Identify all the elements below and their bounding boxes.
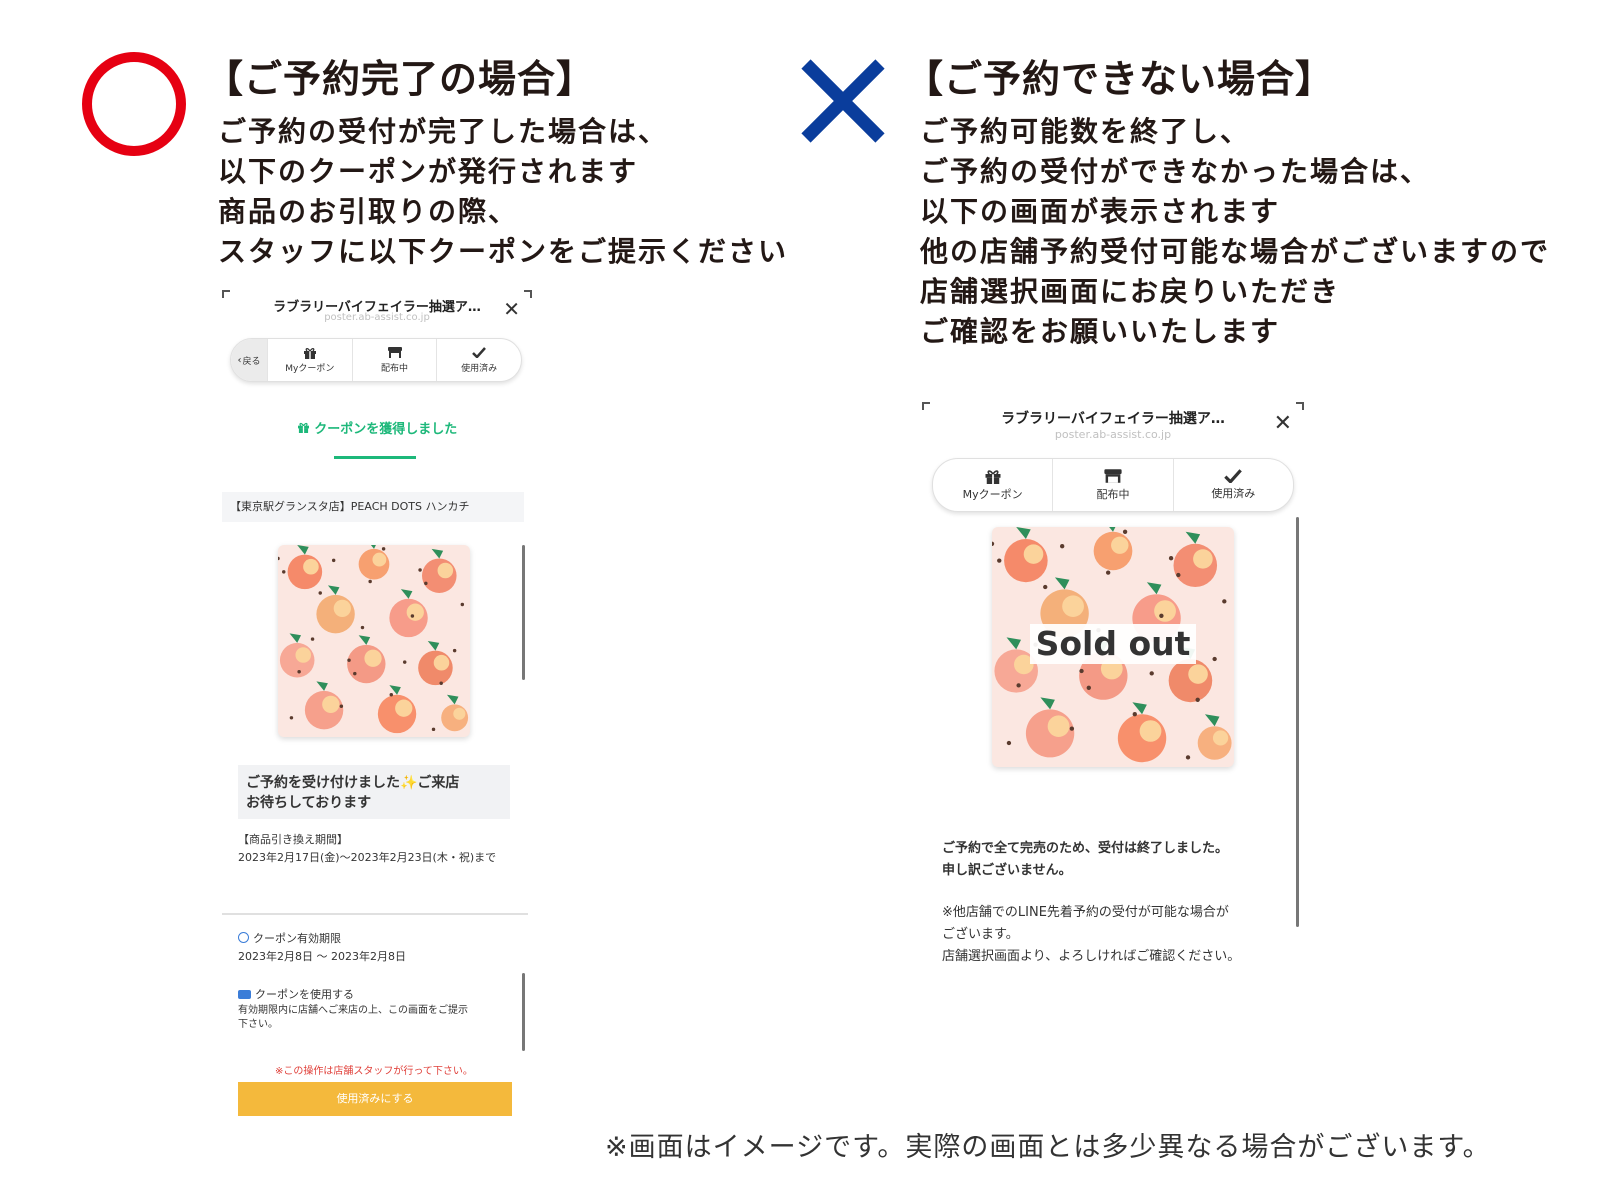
tab-used[interactable]: 使用済み (436, 339, 521, 381)
coupon-screen: ラブラリーバイフェイラー抽選ア… poster.ab-assist.co.jp … (222, 290, 532, 1125)
tab-bar: ‹ 戻る Myクーポン 配布中 使用済み (230, 338, 522, 382)
shop-icon (1103, 468, 1123, 484)
success-description: ご予約の受付が完了した場合は、 以下のクーポンが発行されます 商品のお引取りの際… (218, 115, 789, 268)
sold-out-message: ご予約で全て完売のため、受付は終了しました。 申し訳ございません。 (942, 841, 1229, 878)
gift-icon (984, 469, 1002, 484)
ticket-icon (238, 990, 251, 999)
exchange-label: 【商品引き換え期間】 (238, 833, 348, 846)
sold-out-screen: ラブラリーバイフェイラー抽選ア… poster.ab-assist.co.jp … (922, 402, 1304, 982)
tab-used[interactable]: 使用済み (1172, 459, 1293, 511)
close-icon[interactable]: ✕ (1274, 413, 1292, 435)
page-url: poster.ab-assist.co.jp (324, 312, 430, 323)
failure-title: 【ご予約できない場合】 (905, 57, 1335, 101)
acquired-underline (334, 456, 416, 459)
page-url: poster.ab-assist.co.jp (1054, 428, 1172, 441)
close-icon[interactable]: ✕ (503, 299, 520, 319)
check-icon (471, 347, 487, 359)
gift-icon (297, 422, 315, 437)
chevron-left-icon: ‹ (237, 354, 242, 366)
product-name: 【東京駅グランスタ店】PEACH DOTS ハンカチ (222, 492, 524, 522)
tab-my-coupon[interactable]: Myクーポン (933, 459, 1052, 511)
shop-icon (387, 347, 403, 359)
scrollbar[interactable] (522, 973, 525, 1051)
failure-description: ご予約可能数を終了し、 ご予約の受付ができなかった場合は、 以下の画面が表示され… (920, 115, 1551, 348)
acquired-banner: クーポンを獲得しました (292, 418, 462, 437)
success-title: 【ご予約完了の場合】 (205, 57, 596, 101)
use-note: 有効期限内に店舗へご来店の上、この画面をご提示 下さい。 (238, 1005, 468, 1030)
back-button[interactable]: ‹ 戻る (231, 339, 267, 381)
other-store-note: ※他店舗でのLINE先着予約の受付が可能な場合が ございます。 店舗選択画面より… (942, 905, 1241, 964)
clock-icon (238, 932, 249, 943)
peach-pattern-artwork (278, 545, 469, 734)
tab-distributing[interactable]: 配布中 (351, 339, 437, 381)
tab-bar: Myクーポン 配布中 使用済み (932, 458, 1294, 512)
staff-warning: ※この操作は店舗スタッフが行って下さい。 (275, 1066, 473, 1077)
cross-mark-icon (800, 58, 886, 144)
mark-used-button[interactable]: 使用済みにする (238, 1082, 512, 1116)
page-title: ラブラリーバイフェイラー抽選ア… (1001, 411, 1225, 427)
footer-note: ※画面はイメージです。実際の画面とは多少異なる場合がございます。 (605, 1132, 1491, 1163)
reservation-message: ご予約を受け付けました✨ご来店 お待ちしております (238, 765, 510, 819)
validity-row: クーポン有効期限 (238, 930, 341, 946)
scrollbar[interactable] (522, 545, 525, 680)
check-icon (1224, 469, 1243, 483)
exchange-period: 2023年2月17日(金)～2023年2月23日(木・祝)まで (238, 851, 497, 864)
gift-icon (302, 347, 318, 359)
divider (222, 913, 528, 915)
sold-out-label: Sold out (1030, 624, 1196, 664)
circle-mark-icon (82, 52, 186, 156)
tab-distributing[interactable]: 配布中 (1052, 459, 1172, 511)
tab-my-coupon[interactable]: Myクーポン (267, 339, 352, 381)
use-coupon-row: クーポンを使用する (238, 986, 354, 1002)
product-image (278, 545, 470, 737)
validity-value: 2023年2月8日 ～ 2023年2月8日 (238, 950, 406, 963)
scrollbar[interactable] (1296, 517, 1299, 927)
